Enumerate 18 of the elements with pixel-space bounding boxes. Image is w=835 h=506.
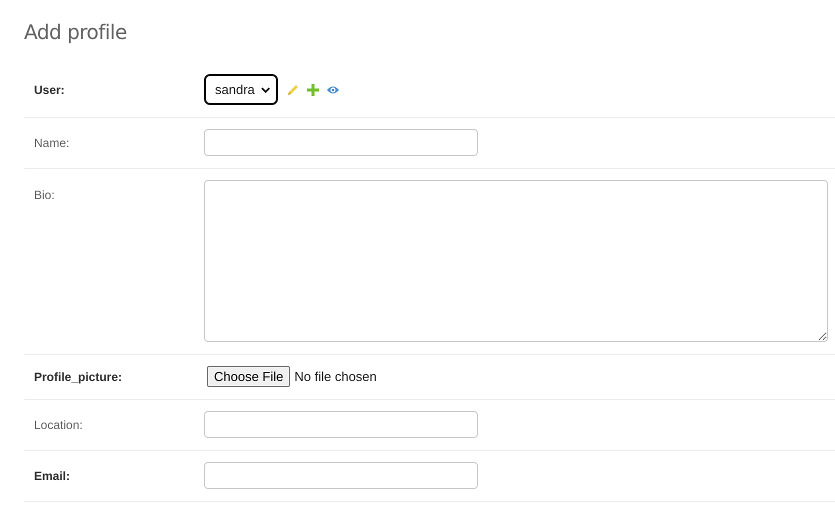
caret-icon: [260, 86, 270, 94]
field-label: Bio:: [34, 187, 56, 202]
field-label: Location:: [34, 418, 84, 432]
pencil-icon[interactable]: [286, 83, 299, 96]
eye-icon[interactable]: [327, 84, 339, 96]
file-status: No file chosen: [294, 369, 377, 384]
text-area[interactable]: [204, 180, 828, 342]
input-field[interactable]: [204, 462, 478, 489]
plus-icon[interactable]: [307, 84, 319, 96]
field-label: Profile_picture:: [34, 370, 124, 384]
field-label: Name:: [34, 136, 70, 150]
page-title: Add profile: [24, 19, 128, 46]
user-select[interactable]: sandra: [204, 74, 278, 105]
input-field[interactable]: [204, 411, 478, 438]
field-label: User:: [34, 82, 66, 96]
field-label: Email:: [34, 468, 72, 482]
input-field[interactable]: [204, 129, 478, 156]
choose-file-button[interactable]: Choose File: [207, 366, 290, 387]
